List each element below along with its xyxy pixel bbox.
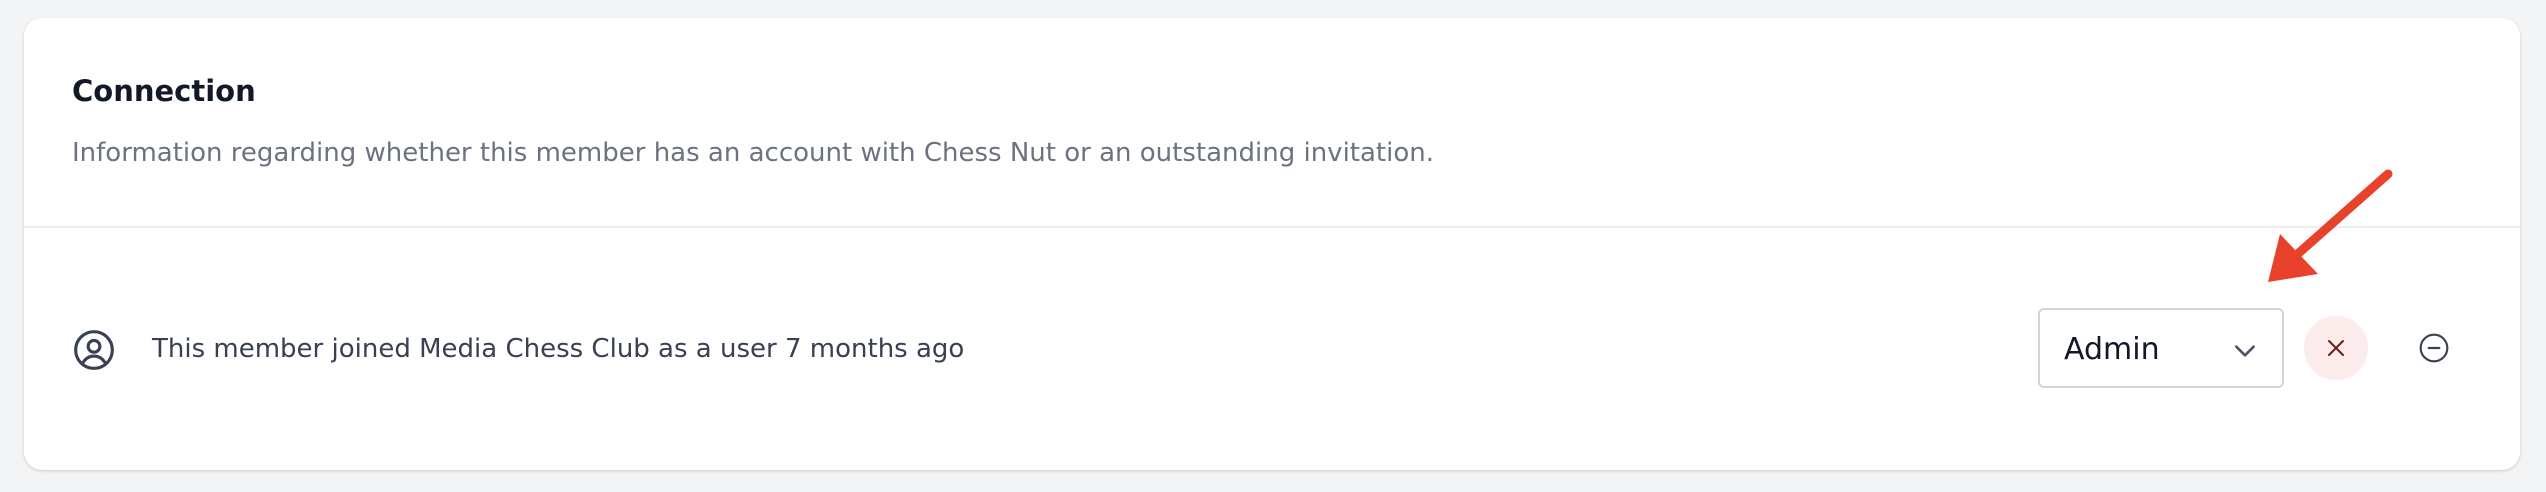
- member-connection-row: This member joined Media Chess Club as a…: [24, 228, 2520, 470]
- cancel-button[interactable]: [2304, 316, 2368, 380]
- role-select-value: Admin: [2064, 332, 2160, 367]
- card-header: Connection Information regarding whether…: [24, 18, 2520, 228]
- minus-circle-icon: [2419, 333, 2449, 363]
- chevron-down-icon: [2235, 345, 2255, 357]
- section-title: Connection: [72, 74, 256, 108]
- user-circle-icon: [74, 330, 114, 370]
- role-select[interactable]: Admin: [2038, 308, 2284, 388]
- connection-card: Connection Information regarding whether…: [24, 18, 2520, 470]
- section-description: Information regarding whether this membe…: [72, 138, 1434, 168]
- annotation-arrow: [2268, 169, 2393, 282]
- member-status-text: This member joined Media Chess Club as a…: [152, 334, 965, 364]
- remove-member-button[interactable]: [2402, 316, 2466, 380]
- x-icon: [2328, 340, 2344, 356]
